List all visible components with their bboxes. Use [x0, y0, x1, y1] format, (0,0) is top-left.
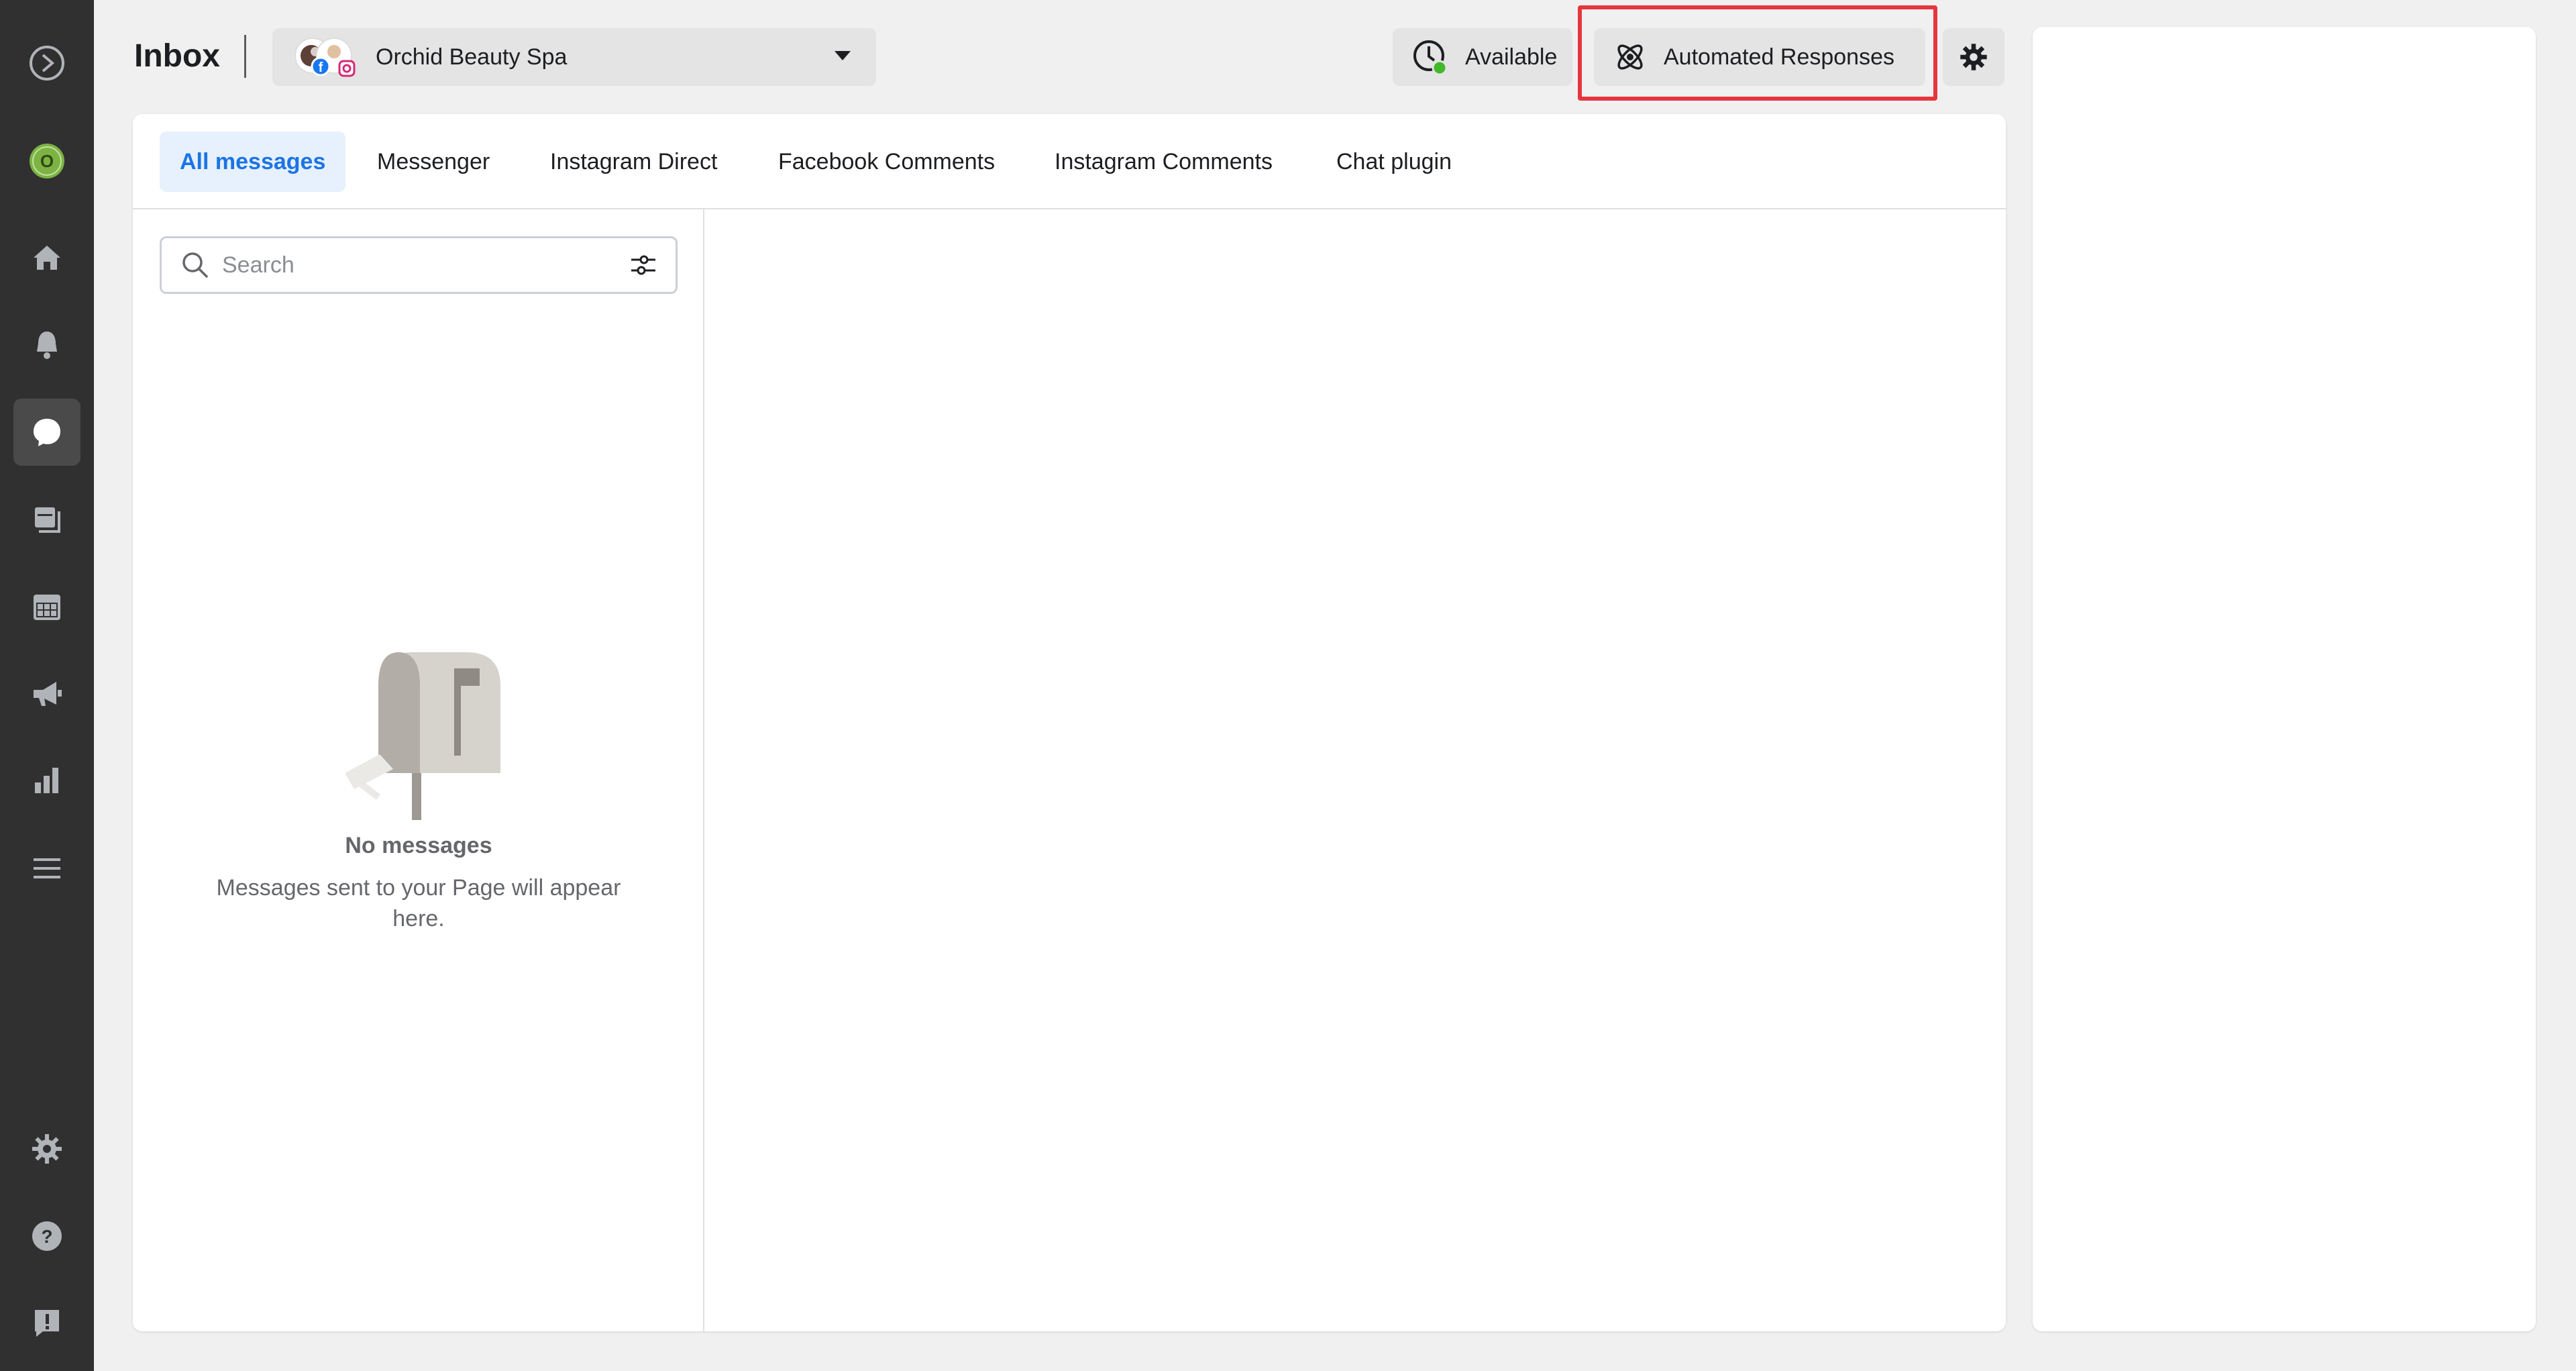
content-icon[interactable] — [13, 486, 80, 553]
report-icon[interactable] — [13, 1290, 80, 1357]
availability-button[interactable]: Available — [1393, 28, 1572, 86]
conversation-list-pane: No messages Messages sent to your Page w… — [133, 209, 704, 1331]
tab-facebook-comments[interactable]: Facebook Comments — [758, 132, 1015, 192]
highlight-annotation-box — [1578, 5, 1937, 101]
gear-icon — [1960, 44, 1987, 70]
page-avatars: f — [286, 36, 360, 79]
tab-instagram-direct[interactable]: Instagram Direct — [530, 132, 737, 192]
chevron-down-icon — [835, 51, 851, 60]
ads-icon[interactable] — [13, 660, 80, 727]
mailbox-illustration — [345, 652, 500, 820]
page-selector-dropdown[interactable]: f Orchid Beauty Spa — [272, 28, 876, 86]
empty-state: No messages Messages sent to your Page w… — [133, 639, 704, 934]
svg-text:?: ? — [41, 1226, 52, 1247]
page-name: Orchid Beauty Spa — [376, 44, 568, 70]
channel-tabs: All messages Messenger Instagram Direct … — [133, 114, 2006, 209]
title-divider — [244, 35, 246, 78]
inbox-settings-button[interactable] — [1943, 28, 2004, 86]
planner-icon[interactable] — [13, 573, 80, 640]
contact-details-panel — [2033, 27, 2536, 1331]
avatar-initial: O — [40, 151, 54, 171]
tab-chat-plugin[interactable]: Chat plugin — [1316, 132, 1472, 192]
help-icon[interactable]: ? — [13, 1203, 80, 1270]
search-input[interactable] — [221, 251, 599, 279]
clock-status-icon — [1413, 40, 1448, 76]
page-title: Inbox — [134, 38, 220, 74]
tab-messenger[interactable]: Messenger — [357, 132, 510, 192]
empty-state-title: No messages — [345, 833, 492, 858]
filter-icon[interactable] — [629, 250, 658, 280]
settings-icon[interactable] — [13, 1115, 80, 1182]
svg-text:f: f — [319, 60, 323, 75]
inbox-main-panel: All messages Messenger Instagram Direct … — [133, 114, 2006, 1331]
tab-instagram-comments[interactable]: Instagram Comments — [1034, 132, 1293, 192]
search-icon — [182, 252, 209, 278]
profile-avatar[interactable]: O — [13, 128, 80, 195]
search-field[interactable] — [160, 236, 678, 294]
all-tools-icon[interactable] — [13, 835, 80, 902]
empty-state-description: Messages sent to your Page will appear h… — [216, 875, 621, 931]
insights-icon[interactable] — [13, 748, 80, 815]
tab-all-messages[interactable]: All messages — [160, 132, 346, 192]
notifications-icon[interactable] — [13, 311, 80, 378]
home-icon[interactable] — [13, 224, 80, 291]
availability-label: Available — [1465, 44, 1558, 70]
inbox-icon[interactable] — [13, 399, 80, 466]
left-sidebar: O ? — [0, 0, 94, 1371]
